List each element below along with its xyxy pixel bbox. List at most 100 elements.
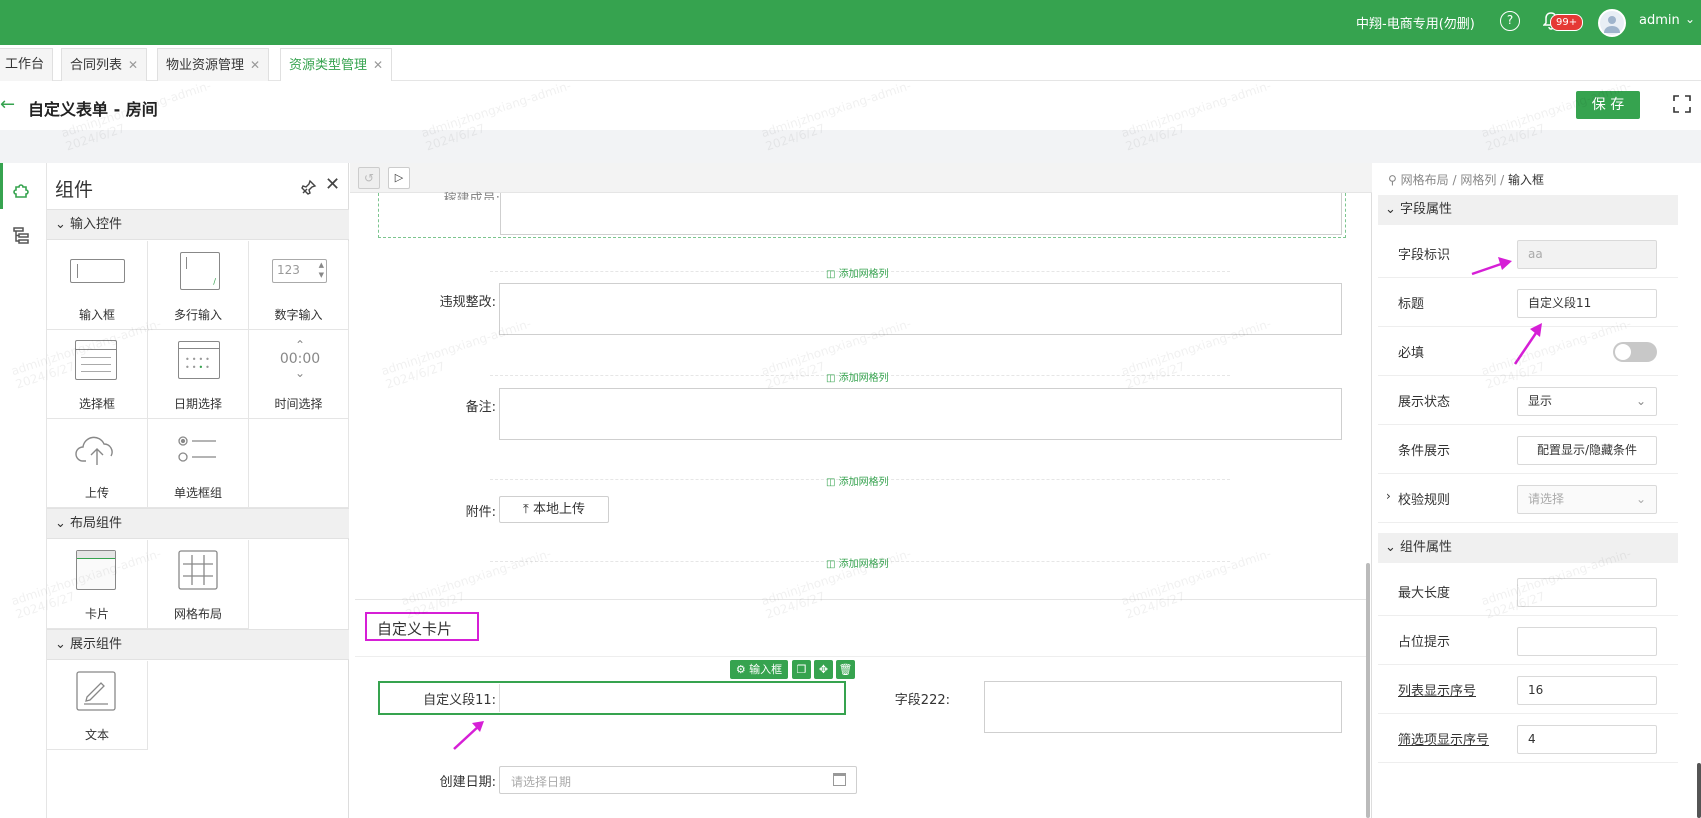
- copy-icon[interactable]: ❐: [792, 660, 811, 679]
- local-upload-button[interactable]: ⤒ 本地上传: [499, 496, 609, 523]
- component-grid-layout[interactable]: 网格布局: [148, 540, 249, 629]
- field-222-textarea[interactable]: [984, 681, 1342, 733]
- text-pen-icon: [76, 671, 116, 714]
- fullscreen-icon[interactable]: [1672, 94, 1692, 118]
- component-date-picker[interactable]: •••• •••• 日期选择: [148, 330, 249, 419]
- org-name[interactable]: 中翔-电商专用(勿删): [1356, 13, 1475, 32]
- component-upload[interactable]: 上传: [47, 419, 148, 508]
- breadcrumb: ⚲ 网格布局 / 网格列 / 输入框: [1388, 173, 1545, 187]
- breadcrumb-item[interactable]: 网格列: [1460, 173, 1496, 187]
- component-number-input[interactable]: 123 ▲ ▼ 数字输入: [249, 241, 349, 330]
- section-label: 展示组件: [70, 637, 123, 652]
- component-time-picker[interactable]: ⌃ 00:00 ⌄ 时间选择: [249, 330, 349, 419]
- remark-label: 备注:: [465, 400, 496, 415]
- prop-label: 展示状态: [1398, 395, 1451, 410]
- radio-group-icon: [178, 435, 218, 468]
- section-label: 布局组件: [70, 516, 123, 531]
- section-layout-components[interactable]: ⌄ 布局组件: [47, 508, 349, 539]
- add-grid-column-button[interactable]: ◫ 添加网格列: [826, 369, 889, 384]
- required-toggle[interactable]: [1613, 342, 1657, 362]
- max-length-input[interactable]: [1517, 578, 1657, 607]
- date-placeholder: 请选择日期: [511, 775, 572, 789]
- outline-tree-icon[interactable]: [12, 225, 32, 249]
- family-members-textarea[interactable]: [500, 193, 1342, 235]
- prop-label: 标题: [1398, 297, 1425, 312]
- component-card[interactable]: 卡片: [47, 540, 148, 629]
- properties-panel: ⚲ 网格布局 / 网格列 / 输入框 ⌄ 字段属性 字段标识 aa 标题 自定义段…: [1378, 163, 1701, 818]
- chevron-down-icon: ⌄: [1385, 202, 1396, 217]
- play-icon[interactable]: ▷: [388, 167, 410, 189]
- add-col-label: 添加网格列: [838, 269, 889, 280]
- puzzle-icon[interactable]: [12, 179, 32, 203]
- close-icon[interactable]: ✕: [325, 174, 340, 195]
- help-icon[interactable]: ?: [1500, 11, 1520, 31]
- component-select[interactable]: 选择框: [47, 330, 148, 419]
- section-label: 字段属性: [1400, 202, 1453, 217]
- annotation-arrow-icon: [450, 717, 490, 757]
- field-id-value: aa: [1528, 247, 1543, 261]
- empty-cell: [249, 419, 349, 508]
- component-radio-group[interactable]: 单选框组: [148, 419, 249, 508]
- component-textarea[interactable]: ∕ 多行输入: [148, 241, 249, 330]
- back-arrow-icon[interactable]: ←: [0, 94, 15, 115]
- display-state-select[interactable]: 显示 ⌄: [1517, 387, 1657, 416]
- cloud-upload-icon: [74, 431, 120, 470]
- user-name[interactable]: admin: [1639, 13, 1680, 28]
- chevron-down-icon: ⌄: [1635, 492, 1646, 506]
- configure-condition-button[interactable]: 配置显示/隐藏条件: [1517, 436, 1657, 465]
- move-icon[interactable]: ✥: [814, 660, 833, 679]
- prop-label[interactable]: 校验规则: [1398, 489, 1450, 508]
- close-icon[interactable]: ✕: [373, 58, 383, 72]
- custom-field-11-label: 自定义段11:: [423, 693, 496, 708]
- remark-textarea[interactable]: [499, 388, 1342, 440]
- add-grid-column-button[interactable]: ◫ 添加网格列: [826, 473, 889, 488]
- field-properties-section[interactable]: ⌄ 字段属性: [1378, 195, 1678, 225]
- number-preview: 123: [277, 263, 300, 277]
- input-box-icon: [70, 259, 125, 283]
- placeholder-input[interactable]: [1517, 627, 1657, 656]
- create-date-input[interactable]: 请选择日期: [499, 766, 857, 794]
- component-input-box[interactable]: 输入框: [47, 241, 148, 330]
- avatar[interactable]: [1598, 9, 1626, 37]
- section-input-controls[interactable]: ⌄ 输入控件: [47, 209, 349, 240]
- notification-badge[interactable]: 99+: [1550, 14, 1584, 31]
- add-grid-column-button[interactable]: ◫ 添加网格列: [826, 555, 889, 570]
- prop-row-field-id: 字段标识 aa: [1378, 229, 1678, 278]
- component-text[interactable]: 文本: [47, 661, 148, 750]
- pin-icon[interactable]: [301, 179, 317, 199]
- breadcrumb-item[interactable]: 网格布局: [1401, 173, 1449, 187]
- chevron-right-icon[interactable]: ›: [1386, 489, 1391, 503]
- component-label: 上传: [84, 486, 109, 500]
- tab-contract-list[interactable]: 合同列表 ✕: [61, 48, 148, 81]
- undo-icon[interactable]: ↺: [358, 167, 380, 189]
- custom-field-11-input[interactable]: [499, 684, 843, 712]
- select-icon: [75, 340, 117, 380]
- field-id-input: aa: [1517, 240, 1657, 269]
- violation-textarea[interactable]: [499, 283, 1342, 335]
- attachment-label: 附件:: [465, 505, 496, 520]
- upload-icon: ⤒: [523, 502, 529, 517]
- card-title[interactable]: 自定义卡片: [377, 618, 452, 639]
- close-icon[interactable]: ✕: [250, 58, 260, 72]
- section-display-components[interactable]: ⌄ 展示组件: [47, 629, 349, 660]
- tab-resource-types[interactable]: 资源类型管理 ✕: [280, 48, 393, 81]
- component-properties-section[interactable]: ⌄ 组件属性: [1378, 533, 1678, 563]
- breadcrumb-item[interactable]: 输入框: [1508, 173, 1544, 187]
- add-grid-column-button[interactable]: ◫ 添加网格列: [826, 265, 889, 280]
- delete-icon[interactable]: 🗑: [836, 660, 855, 679]
- save-button[interactable]: 保 存: [1576, 91, 1640, 119]
- tab-property-resources[interactable]: 物业资源管理 ✕: [157, 48, 270, 81]
- list-order-input[interactable]: 16: [1517, 676, 1657, 705]
- validation-select[interactable]: 请选择 ⌄: [1517, 485, 1657, 514]
- rail-active-indicator: [0, 163, 3, 209]
- close-icon[interactable]: ✕: [128, 58, 138, 72]
- field-type-tag[interactable]: ⚙ 输入框: [730, 660, 788, 679]
- title-input[interactable]: 自定义段11: [1517, 289, 1657, 318]
- filter-order-input[interactable]: 4: [1517, 725, 1657, 754]
- canvas-scrollbar[interactable]: [1366, 563, 1370, 818]
- chevron-down-icon: ⌄: [1385, 540, 1396, 555]
- component-label: 文本: [84, 728, 109, 742]
- chevron-down-icon[interactable]: ⌄: [1685, 12, 1695, 26]
- tab-workbench[interactable]: 工作台: [0, 48, 54, 81]
- right-panel-scrollbar[interactable]: [1697, 763, 1701, 818]
